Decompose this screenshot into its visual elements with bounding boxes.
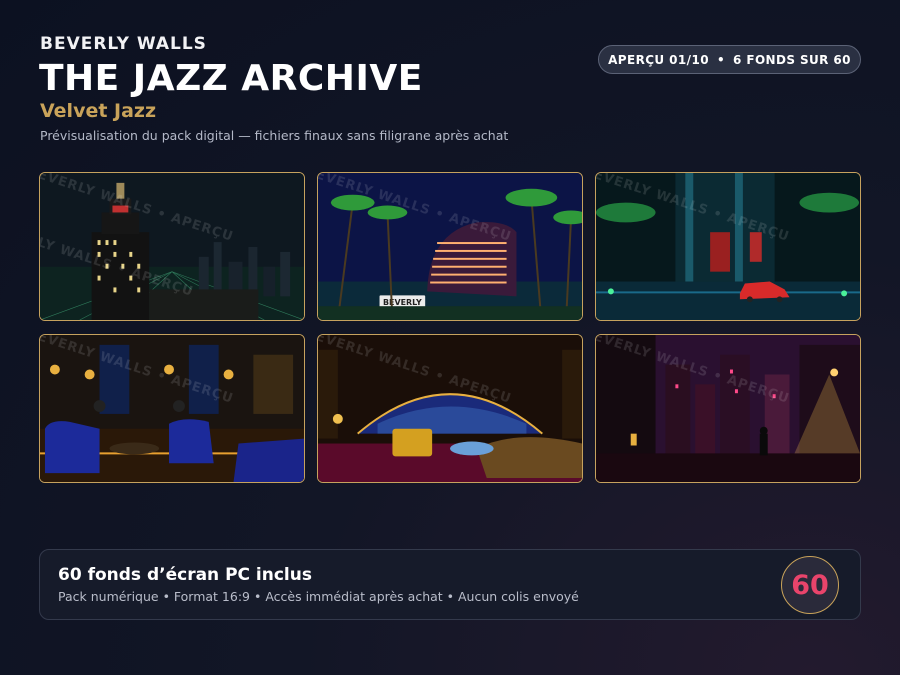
pack-info-title: 60 fonds d’écran PC inclus — [58, 565, 312, 585]
wallpaper-thumbnail-palm-hotel[interactable]: BEVERLY BEVERLY WALLS • APERÇU — [317, 172, 583, 321]
pack-description: Prévisualisation du pack digital — fichi… — [40, 128, 509, 143]
skyscraper-scene — [40, 173, 304, 320]
wallpaper-thumbnail-velvet-lounge[interactable]: BEVERLY WALLS • APERÇU — [39, 334, 305, 483]
preview-badge: APERÇU 01/10 • 6 FONDS SUR 60 — [598, 45, 861, 74]
sax-alley-scene — [596, 335, 860, 482]
badge-separator: • — [716, 52, 726, 67]
wallpaper-thumbnail-skyscraper[interactable]: BEVERLY WALLS • APERÇU BEVERLY WALLS • A… — [39, 172, 305, 321]
page-title: THE JAZZ ARCHIVE — [39, 58, 423, 99]
hotel-sign: BEVERLY — [383, 298, 422, 307]
wallpaper-thumbnail-night-club[interactable]: BEVERLY WALLS • APERÇU — [595, 172, 861, 321]
wallpaper-count-badge: 60 — [781, 556, 839, 614]
brand-name: BEVERLY WALLS — [40, 34, 207, 54]
palm-hotel-scene: BEVERLY — [318, 173, 582, 320]
preview-grid: BEVERLY WALLS • APERÇU BEVERLY WALLS • A… — [39, 172, 861, 483]
night-club-scene — [596, 173, 860, 320]
wallpaper-thumbnail-bay-lounge[interactable]: BEVERLY WALLS • APERÇU — [317, 334, 583, 483]
pack-info-details: Pack numérique • Format 16:9 • Accès imm… — [58, 589, 579, 604]
pack-subtitle: Velvet Jazz — [40, 100, 157, 122]
wallpaper-thumbnail-sax-alley[interactable]: BEVERLY WALLS • APERÇU — [595, 334, 861, 483]
wallpaper-count: 6 FONDS SUR 60 — [733, 52, 851, 67]
bay-lounge-scene — [318, 335, 582, 482]
velvet-lounge-scene — [40, 335, 304, 482]
preview-counter: APERÇU 01/10 — [608, 52, 709, 67]
pack-info-panel: 60 fonds d’écran PC inclus Pack numériqu… — [39, 549, 861, 620]
